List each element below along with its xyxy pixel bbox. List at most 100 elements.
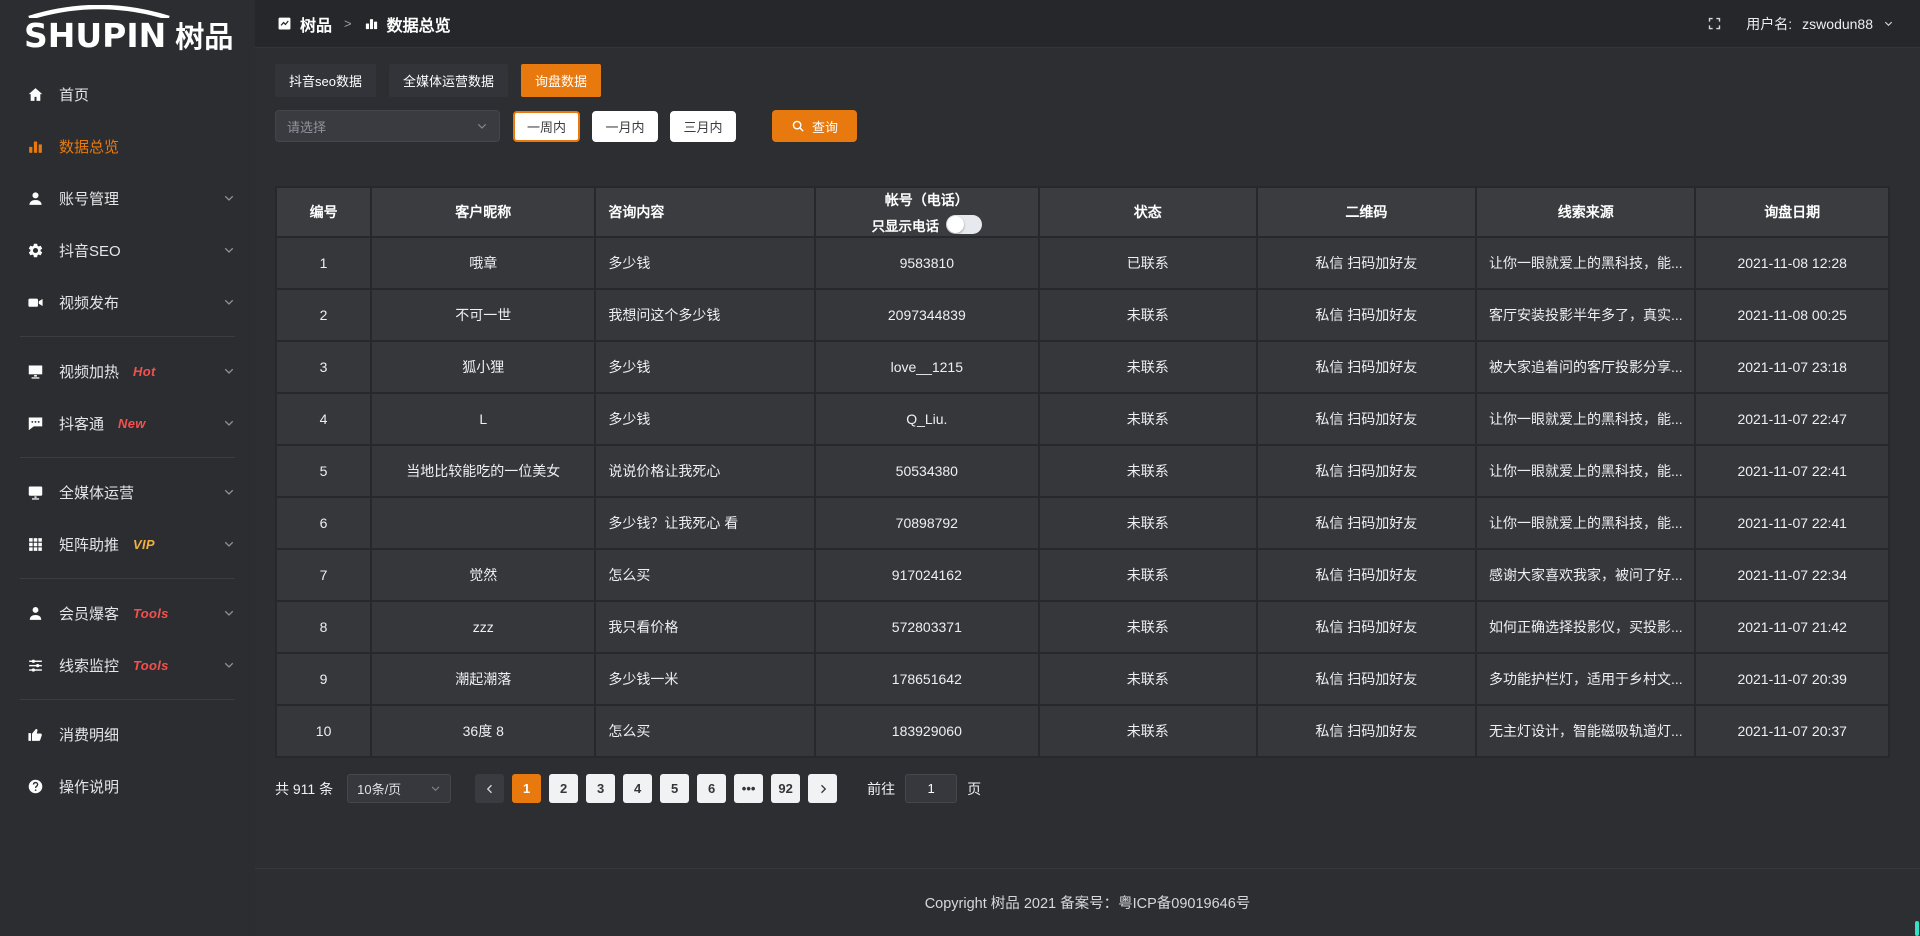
cell-source-link[interactable]: 让你一眼就爱上的黑科技，能... — [1476, 445, 1695, 497]
page-button-4[interactable]: 4 — [623, 774, 652, 803]
cell-nickname: zzz — [371, 601, 595, 653]
sidebar-item-label: 抖音SEO — [59, 240, 121, 261]
cell-source-link[interactable]: 无主灯设计，智能磁吸轨道灯... — [1476, 705, 1695, 757]
sidebar-item-badge: New — [118, 416, 146, 431]
tab-douyin-seo-data[interactable]: 抖音seo数据 — [275, 64, 376, 97]
cell-qrcode-link[interactable]: 私信 扫码加好友 — [1257, 341, 1476, 393]
cell-nickname: 觉然 — [371, 549, 595, 601]
monitor-icon — [26, 362, 44, 380]
tab-media-operation-data[interactable]: 全媒体运营数据 — [389, 64, 508, 97]
sidebar-item-clue-monitor[interactable]: 线索监控Tools — [0, 639, 255, 691]
content: 抖音seo数据全媒体运营数据询盘数据 请选择 一周内一月内三月内 查询 — [255, 48, 1920, 868]
cell-qrcode-link[interactable]: 私信 扫码加好友 — [1257, 497, 1476, 549]
prev-page-button[interactable] — [475, 774, 504, 803]
page-ellipsis[interactable]: ••• — [734, 774, 763, 803]
chevron-down-icon — [1883, 18, 1894, 29]
cell-source-link[interactable]: 如何正确选择投影仪，买投影... — [1476, 601, 1695, 653]
sidebar-item-operation-guide[interactable]: 操作说明 — [0, 760, 255, 812]
sidebar-item-badge: Tools — [133, 658, 169, 673]
time-filter-one-month[interactable]: 一月内 — [592, 111, 658, 142]
filter-select[interactable]: 请选择 — [275, 110, 500, 142]
chevron-down-icon — [223, 607, 235, 619]
cell-qrcode-link[interactable]: 私信 扫码加好友 — [1257, 289, 1476, 341]
sidebar-item-video-heating[interactable]: 视频加热Hot — [0, 345, 255, 397]
cell-content: 我只看价格 — [595, 601, 814, 653]
cell-serial: 7 — [276, 549, 371, 601]
next-page-button[interactable] — [808, 774, 837, 803]
sidebar-item-member-baoke[interactable]: 会员爆客Tools — [0, 587, 255, 639]
fullscreen-icon[interactable] — [1707, 16, 1722, 31]
chevron-down-icon — [223, 192, 235, 204]
cell-source-link[interactable]: 让你一眼就爱上的黑科技，能... — [1476, 237, 1695, 289]
sidebar-item-consume-detail[interactable]: 消费明细 — [0, 708, 255, 760]
app-window: SHUPIN 树品 首页数据总览账号管理抖音SEO视频发布视频加热Hot抖客通N… — [0, 0, 1920, 936]
username-label: 用户名: — [1746, 14, 1792, 34]
page-button-3[interactable]: 3 — [586, 774, 615, 803]
bar-chart-icon — [26, 137, 44, 155]
page-button-5[interactable]: 5 — [660, 774, 689, 803]
page-button-92[interactable]: 92 — [771, 774, 800, 803]
page-button-2[interactable]: 2 — [549, 774, 578, 803]
sidebar-item-douketong[interactable]: 抖客通New — [0, 397, 255, 449]
question-icon — [26, 777, 44, 795]
cell-source-link[interactable]: 客厅安装投影半年多了，真实... — [1476, 289, 1695, 341]
time-filter-one-week[interactable]: 一周内 — [513, 111, 580, 142]
chevron-down-icon — [430, 783, 441, 794]
tab-inquiry-data[interactable]: 询盘数据 — [521, 64, 601, 97]
sidebar-item-matrix-boost[interactable]: 矩阵助推VIP — [0, 518, 255, 570]
breadcrumb: 树品 > 数据总览 — [277, 12, 451, 36]
cell-source-link[interactable]: 被大家追着问的客厅投影分享... — [1476, 341, 1695, 393]
sidebar-item-douyin-seo[interactable]: 抖音SEO — [0, 224, 255, 276]
cell-nickname: 当地比较能吃的一位美女 — [371, 445, 595, 497]
cell-qrcode-link[interactable]: 私信 扫码加好友 — [1257, 549, 1476, 601]
cell-date: 2021-11-07 21:42 — [1695, 601, 1889, 653]
cell-qrcode-link[interactable]: 私信 扫码加好友 — [1257, 393, 1476, 445]
cell-source-link[interactable]: 让你一眼就爱上的黑科技，能... — [1476, 393, 1695, 445]
table-row: 5当地比较能吃的一位美女说说价格让我死心50534380未联系私信 扫码加好友让… — [276, 445, 1889, 497]
sidebar-item-video-publish[interactable]: 视频发布 — [0, 276, 255, 328]
sidebar-item-account-manage[interactable]: 账号管理 — [0, 172, 255, 224]
cell-date: 2021-11-08 12:28 — [1695, 237, 1889, 289]
cell-serial: 10 — [276, 705, 371, 757]
page-button-6[interactable]: 6 — [697, 774, 726, 803]
search-button[interactable]: 查询 — [772, 110, 857, 142]
sidebar-item-home[interactable]: 首页 — [0, 68, 255, 120]
page-size-value: 10条/页 — [357, 779, 401, 798]
table-row: 1036度 8怎么买183929060未联系私信 扫码加好友无主灯设计，智能磁吸… — [276, 705, 1889, 757]
cell-source-link[interactable]: 多功能护栏灯，适用于乡村文... — [1476, 653, 1695, 705]
home-icon — [26, 85, 44, 103]
sidebar-item-media-operation[interactable]: 全媒体运营 — [0, 466, 255, 518]
cell-account: 572803371 — [815, 601, 1039, 653]
breadcrumb-separator: > — [344, 16, 352, 31]
cell-nickname: 哦章 — [371, 237, 595, 289]
page-size-select[interactable]: 10条/页 — [347, 774, 451, 803]
table-row: 4L多少钱Q_Liu.未联系私信 扫码加好友让你一眼就爱上的黑科技，能...20… — [276, 393, 1889, 445]
search-button-label: 查询 — [812, 117, 838, 136]
cell-status: 未联系 — [1039, 497, 1257, 549]
goto-page-input[interactable]: 1 — [905, 774, 957, 803]
cell-source-link[interactable]: 感谢大家喜欢我家，被问了好... — [1476, 549, 1695, 601]
username[interactable]: zswodun88 — [1802, 16, 1873, 32]
cell-qrcode-link[interactable]: 私信 扫码加好友 — [1257, 445, 1476, 497]
phone-only-toggle[interactable] — [946, 215, 982, 234]
chevron-down-icon — [223, 417, 235, 429]
pagination: 共 911 条 10条/页 123456•••92 前往 1 页 — [275, 774, 1890, 803]
cell-source-link[interactable]: 让你一眼就爱上的黑科技，能... — [1476, 497, 1695, 549]
sidebar-item-badge: VIP — [133, 537, 155, 552]
time-filter-three-months[interactable]: 三月内 — [670, 111, 736, 142]
scrollbar-thumb[interactable] — [1915, 921, 1919, 936]
cell-date: 2021-11-07 22:41 — [1695, 445, 1889, 497]
cell-qrcode-link[interactable]: 私信 扫码加好友 — [1257, 653, 1476, 705]
cell-qrcode-link[interactable]: 私信 扫码加好友 — [1257, 237, 1476, 289]
page-button-1[interactable]: 1 — [512, 774, 541, 803]
sidebar-item-label: 操作说明 — [59, 776, 119, 797]
table-row: 7觉然怎么买917024162未联系私信 扫码加好友感谢大家喜欢我家，被问了好.… — [276, 549, 1889, 601]
sidebar-item-data-overview[interactable]: 数据总览 — [0, 120, 255, 172]
cell-status: 已联系 — [1039, 237, 1257, 289]
cell-qrcode-link[interactable]: 私信 扫码加好友 — [1257, 601, 1476, 653]
cell-content: 多少钱 — [595, 393, 814, 445]
cell-serial: 8 — [276, 601, 371, 653]
breadcrumb-root[interactable]: 树品 — [300, 12, 332, 36]
cell-qrcode-link[interactable]: 私信 扫码加好友 — [1257, 705, 1476, 757]
cell-account: love__1215 — [815, 341, 1039, 393]
